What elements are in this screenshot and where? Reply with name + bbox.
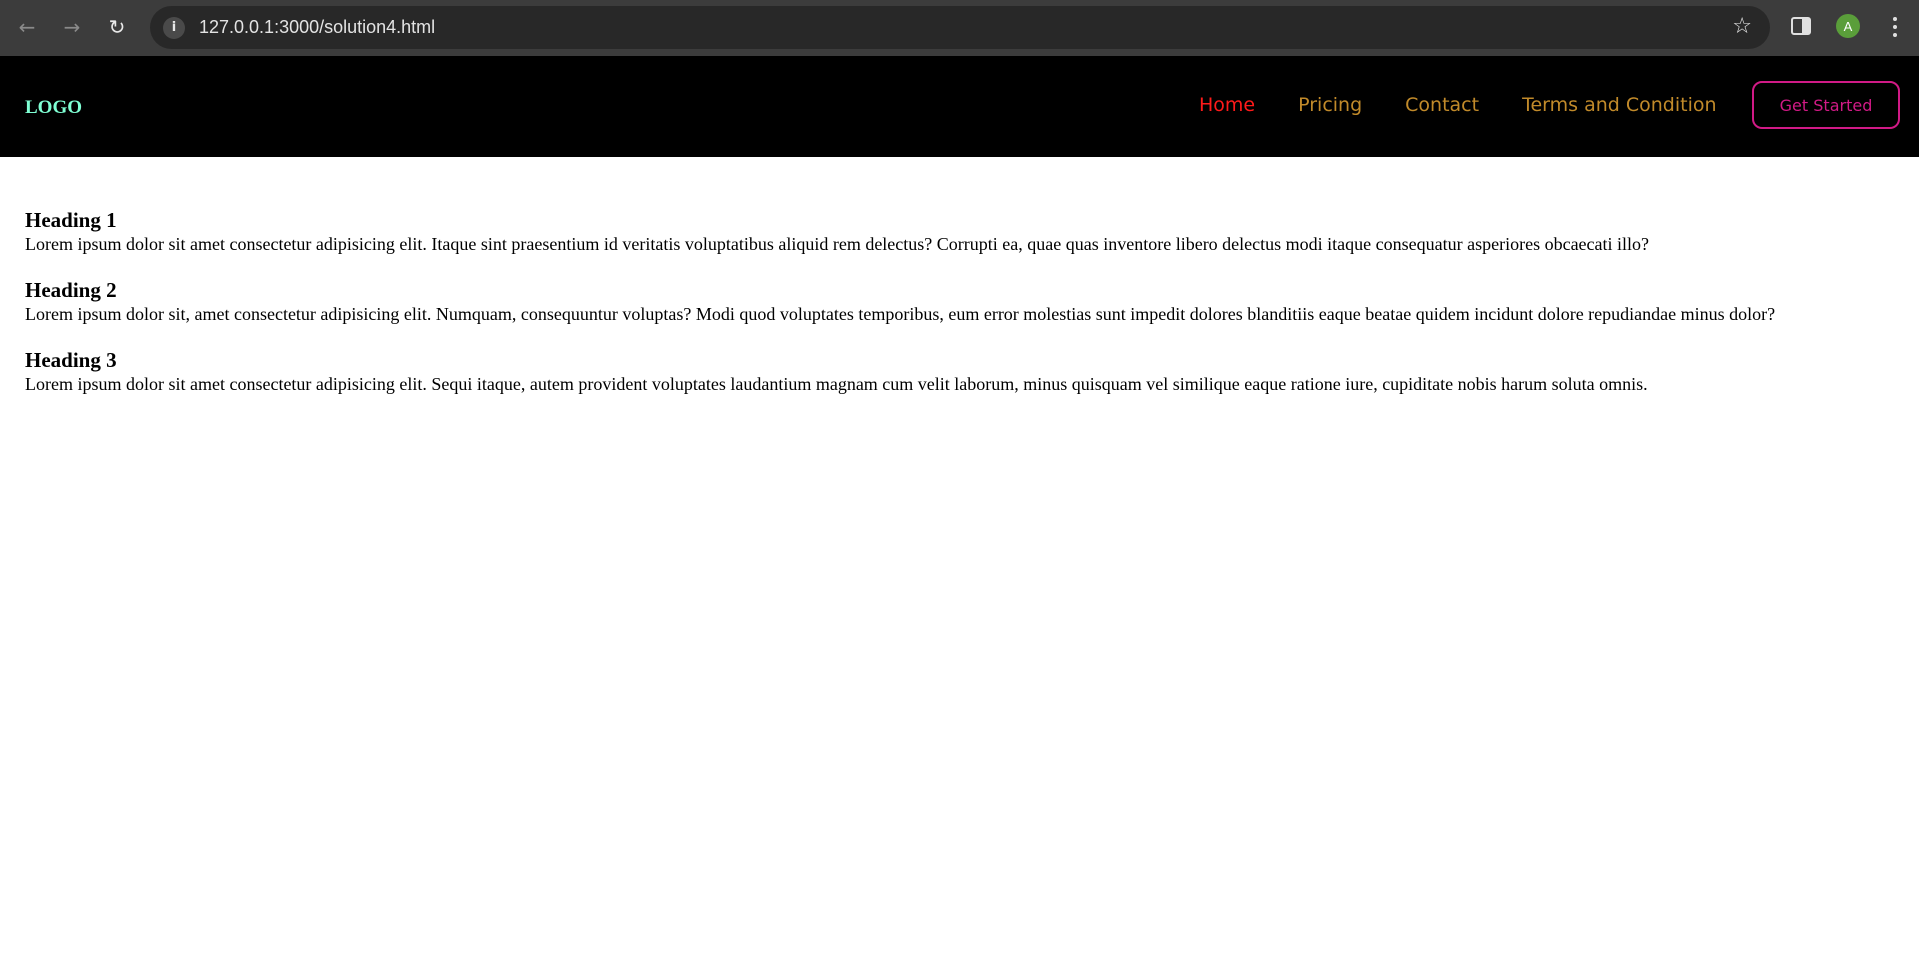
address-bar[interactable]: i 127.0.0.1:3000/solution4.html ☆ — [150, 6, 1770, 49]
section-heading: Heading 1 — [25, 208, 117, 232]
site-logo[interactable]: LOGO — [25, 97, 82, 119]
nav-link-pricing[interactable]: Pricing — [1298, 94, 1362, 116]
content-section-3: Heading 3 Lorem ipsum dolor sit amet con… — [25, 348, 1895, 396]
section-heading: Heading 3 — [25, 348, 117, 372]
section-heading: Heading 2 — [25, 278, 117, 302]
section-paragraph: Lorem ipsum dolor sit, amet consectetur … — [25, 304, 1776, 324]
nav-link-contact[interactable]: Contact — [1405, 94, 1479, 116]
reload-icon[interactable]: ↻ — [99, 9, 135, 45]
kebab-menu-icon[interactable] — [1885, 12, 1905, 42]
section-paragraph: Lorem ipsum dolor sit amet consectetur a… — [25, 234, 1650, 254]
nav-link-home[interactable]: Home — [1199, 94, 1255, 116]
site-navbar: LOGO Home Pricing Contact Terms and Cond… — [0, 56, 1919, 157]
star-icon[interactable]: ☆ — [1732, 14, 1752, 39]
nav-links: Home Pricing Contact Terms and Condition — [1199, 94, 1760, 116]
info-icon[interactable]: i — [163, 16, 185, 39]
side-panel-icon[interactable] — [1791, 17, 1811, 35]
content-section-1: Heading 1 Lorem ipsum dolor sit amet con… — [25, 208, 1895, 256]
profile-avatar[interactable]: A — [1836, 14, 1860, 38]
arrow-right-icon[interactable]: → — [54, 9, 90, 45]
address-bar-url[interactable]: 127.0.0.1:3000/solution4.html — [199, 17, 435, 38]
get-started-button[interactable]: Get Started — [1752, 81, 1900, 129]
arrow-left-icon[interactable]: ← — [9, 9, 45, 45]
content-section-2: Heading 2 Lorem ipsum dolor sit, amet co… — [25, 278, 1895, 326]
nav-link-terms[interactable]: Terms and Condition — [1522, 94, 1716, 116]
browser-toolbar: ← → ↻ i 127.0.0.1:3000/solution4.html ☆ … — [0, 0, 1919, 56]
main-content: Heading 1 Lorem ipsum dolor sit amet con… — [25, 208, 1895, 418]
section-paragraph: Lorem ipsum dolor sit amet consectetur a… — [25, 374, 1648, 394]
